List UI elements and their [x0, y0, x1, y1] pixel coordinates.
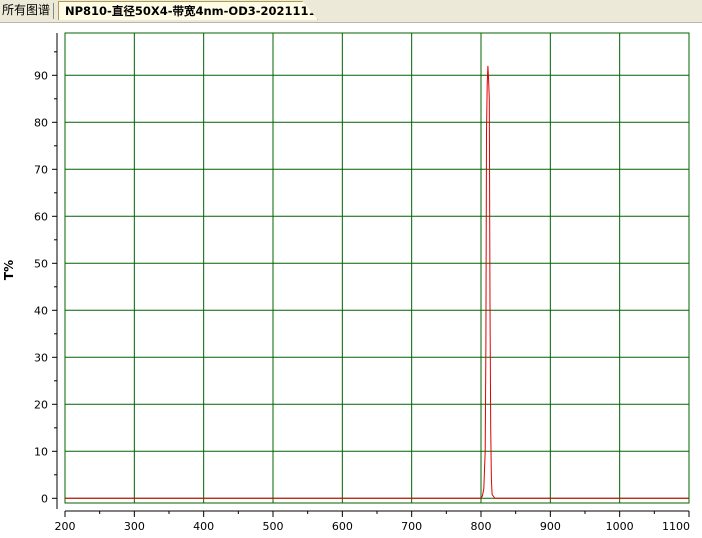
x-tick-label: 800	[471, 520, 492, 533]
y-axis-label-group: T%	[2, 260, 16, 280]
tab-current-file[interactable]: NP810-直径50X4-带宽4nm-OD3-20211116.std	[58, 1, 318, 20]
y-tick-label: 10	[34, 445, 48, 458]
x-tick-label: 900	[540, 520, 561, 533]
y-tick-label: 60	[34, 210, 48, 223]
y-tick-label: 80	[34, 116, 48, 129]
plot-area[interactable]	[64, 32, 690, 504]
y-tick-label: 0	[41, 492, 48, 505]
x-tick-label: 500	[263, 520, 284, 533]
tab-bar: 所有图谱 NP810-直径50X4-带宽4nm-OD3-20211116.std	[0, 0, 702, 23]
y-tick-label: 20	[34, 398, 48, 411]
tab-separator	[53, 3, 54, 19]
y-axis-label: T%	[2, 260, 16, 280]
x-tick-label: 700	[401, 520, 422, 533]
x-tick-label: 1000	[606, 520, 634, 533]
y-tick-label: 90	[34, 69, 48, 82]
y-tick-label: 50	[34, 257, 48, 270]
x-tick-label: 400	[193, 520, 214, 533]
y-tick-label: 70	[34, 163, 48, 176]
x-tick-label: 600	[332, 520, 353, 533]
y-tick-label: 30	[34, 351, 48, 364]
tab-all-spectra[interactable]: 所有图谱	[0, 1, 50, 20]
spectrum-chart: T% 0 10 20 30 40 50 60 70 80 90 200 300 400 500 600 700…	[2, 32, 690, 533]
x-tick-label: 200	[55, 520, 76, 533]
x-tick-label: 300	[124, 520, 145, 533]
x-tick-label: 1100	[662, 520, 690, 533]
y-tick-label: 40	[34, 304, 48, 317]
